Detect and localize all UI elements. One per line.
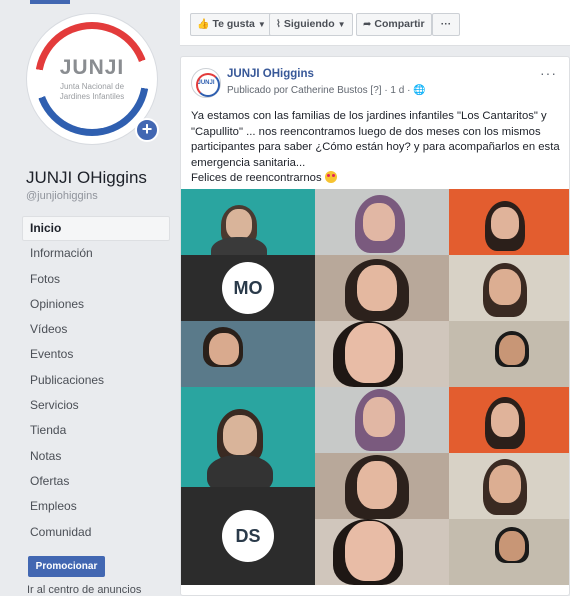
post-avatar[interactable]: JUNJI [191,68,221,98]
thumbs-up-icon: 👍 [197,19,210,30]
like-button[interactable]: 👍 Te gusta ▼ [190,13,273,36]
video-tile [315,387,449,453]
nav-item-videos[interactable]: Vídeos [22,317,170,342]
nav-item-servicios[interactable]: Servicios [22,393,170,418]
video-tile [181,387,315,487]
globe-icon: 🌐 [413,85,426,96]
page-title: JUNJI OHiggins [26,168,147,187]
post-author[interactable]: JUNJI OHiggins [227,68,314,80]
page-action-bar: 👍 Te gusta ▼ ⌇ Siguiendo ▼ ➦ Compartir ··· [180,0,570,46]
page-nav: Inicio Información Fotos Opiniones Vídeo… [22,216,170,545]
top-accent-bar [30,0,70,4]
video-tile [449,519,569,585]
nav-item-notas[interactable]: Notas [22,444,170,469]
post-options-icon[interactable]: ··· [540,65,557,81]
share-arrow-icon: ➦ [363,19,372,30]
video-tile [315,321,449,387]
video-tile [315,189,449,255]
rss-icon: ⌇ [276,19,281,30]
video-tile [449,255,569,321]
video-tile [315,255,449,321]
video-tile-initials: MO [181,255,315,321]
post-text: Ya estamos con las familias de los jardi… [191,110,560,184]
left-sidebar: JUNJI Junta Nacional de Jardines Infanti… [0,0,176,596]
nav-item-tienda[interactable]: Tienda [22,418,170,443]
page-handle[interactable]: @junjiohiggins [26,190,98,202]
nav-item-publicaciones[interactable]: Publicaciones [22,368,170,393]
nav-item-opiniones[interactable]: Opiniones [22,292,170,317]
ads-center-link[interactable]: Ir al centro de anuncios [27,584,141,596]
chevron-down-icon: ▼ [257,20,266,29]
video-tile [449,189,569,255]
heart-eyes-emoji-icon [324,171,337,183]
add-photo-icon[interactable]: + [135,118,159,142]
promote-button[interactable]: Promocionar [28,556,105,577]
nav-item-empleos[interactable]: Empleos [22,494,170,519]
video-tile [315,453,449,519]
video-tile [449,321,569,387]
nav-item-eventos[interactable]: Eventos [22,342,170,367]
post-card: JUNJI JUNJI OHiggins Publicado por Cathe… [180,56,570,596]
profile-picture[interactable]: JUNJI Junta Nacional de Jardines Infanti… [27,14,159,144]
nav-item-informacion[interactable]: Información [22,241,170,266]
nav-item-ofertas[interactable]: Ofertas [22,469,170,494]
share-button[interactable]: ➦ Compartir [356,13,432,36]
logo-word: JUNJI [59,56,125,79]
video-tile [449,453,569,519]
nav-item-fotos[interactable]: Fotos [22,267,170,292]
video-tile [181,321,315,387]
video-tile-initials: DS [181,487,315,585]
following-button[interactable]: ⌇ Siguiendo ▼ [269,13,353,36]
junji-logo: JUNJI Junta Nacional de Jardines Infanti… [35,22,149,136]
logo-subtitle: Junta Nacional de Jardines Infantiles [59,82,125,101]
chevron-down-icon: ▼ [337,20,346,29]
video-tile [449,387,569,453]
nav-item-inicio[interactable]: Inicio [22,216,170,242]
post-meta: Publicado por Catherine Bustos [?] · 1 d… [227,85,426,96]
nav-item-comunidad[interactable]: Comunidad [22,520,170,545]
more-options-button[interactable]: ··· [432,13,460,36]
video-tile [315,519,449,585]
video-call-photo[interactable]: MO DS [181,189,569,585]
video-tile [181,189,315,255]
